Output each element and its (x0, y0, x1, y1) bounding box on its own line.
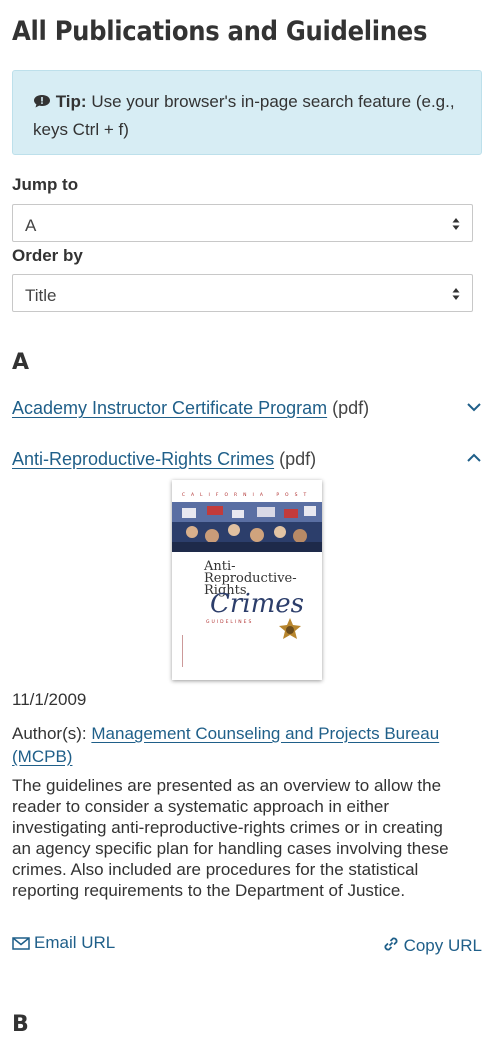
cover-subtitle: GUIDELINES (206, 619, 253, 625)
authors-label: Author(s): (12, 724, 87, 743)
page-title: All Publications and Guidelines (12, 16, 428, 47)
cover-artwork: CALIFORNIA POST Anti- Reproductive- Righ… (172, 480, 322, 680)
chevron-up-icon[interactable] (466, 452, 482, 464)
sort-arrows-icon (452, 288, 460, 300)
comment-info-icon (34, 95, 50, 108)
tip-text: Use your browser's in-page search featur… (33, 92, 455, 139)
publication-description: The guidelines are presented as an overv… (12, 776, 449, 900)
publication-cover-image[interactable]: CALIFORNIA POST Anti- Reproductive- Righ… (172, 480, 322, 680)
order-by-label: Order by (12, 246, 83, 265)
tip-label: Tip: (55, 92, 87, 111)
publication-authors: Author(s): Management Counseling and Pro… (12, 722, 482, 768)
copy-url-link[interactable]: Copy URL (382, 935, 482, 956)
publication-row[interactable]: Anti-Reproductive-Rights Crimes (pdf) (12, 446, 482, 472)
publication-date: 11/1/2009 (12, 690, 87, 709)
sort-arrows-icon (452, 218, 460, 230)
section-heading-a: A (12, 350, 30, 375)
section-heading-b: B (12, 1012, 29, 1037)
file-type: (pdf) (332, 398, 370, 418)
jump-to-select[interactable]: A (12, 204, 473, 242)
publication-link[interactable]: Academy Instructor Certificate Program (12, 398, 327, 418)
order-by-value: Title (25, 286, 57, 305)
email-url-label: Email URL (34, 933, 116, 952)
chevron-down-icon[interactable] (466, 401, 482, 413)
link-icon (384, 937, 398, 951)
order-by-select[interactable]: Title (12, 274, 473, 312)
file-type: (pdf) (279, 449, 317, 469)
jump-to-value: A (25, 216, 37, 235)
email-url-link[interactable]: Email URL (12, 933, 115, 953)
jump-to-label: Jump to (12, 175, 79, 194)
cover-header: CALIFORNIA POST (182, 492, 312, 498)
tip-alert: Tip: Use your browser's in-page search f… (12, 70, 482, 155)
cover-title-big: Crimes (210, 589, 304, 619)
publication-link[interactable]: Anti-Reproductive-Rights Crimes (12, 449, 274, 469)
copy-url-label: Copy URL (403, 936, 482, 955)
publication-row[interactable]: Academy Instructor Certificate Program (… (12, 395, 482, 421)
envelope-icon (12, 937, 30, 950)
